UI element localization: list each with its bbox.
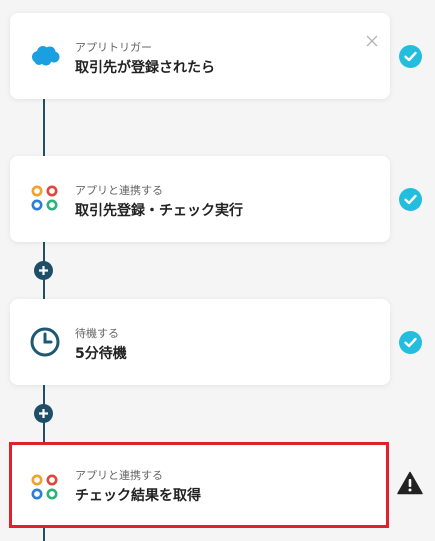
step-subtitle: アプリと連携する xyxy=(75,469,163,482)
close-icon[interactable] xyxy=(366,35,378,47)
flow-step-card-wait[interactable]: 待機する 5分待機 xyxy=(10,299,390,385)
flow-step-card-app[interactable]: アプリと連携する 取引先登録・チェック実行 xyxy=(10,156,390,242)
step-title: 5分待機 xyxy=(75,346,127,362)
completed-check-icon xyxy=(399,331,422,354)
step-title: チェック結果を取得 xyxy=(75,488,201,504)
step-subtitle: 待機する xyxy=(75,327,119,340)
flow-connector-line xyxy=(43,527,45,541)
flow-connector-line xyxy=(43,98,45,156)
app-rings-icon xyxy=(31,474,58,500)
step-subtitle: アプリと連携する xyxy=(75,184,163,197)
step-title: 取引先登録・チェック実行 xyxy=(75,203,243,219)
add-step-button[interactable] xyxy=(34,261,53,280)
app-rings-icon xyxy=(31,185,58,211)
flow-step-card-trigger[interactable]: アプリトリガー 取引先が登録されたら xyxy=(10,13,390,99)
completed-check-icon xyxy=(399,188,422,211)
plus-icon xyxy=(39,266,48,275)
step-subtitle: アプリトリガー xyxy=(75,41,152,54)
add-step-button[interactable] xyxy=(34,404,53,423)
clock-icon xyxy=(30,327,60,357)
step-title: 取引先が登録されたら xyxy=(75,60,215,76)
salesforce-cloud-icon xyxy=(32,46,60,66)
completed-check-icon xyxy=(399,45,422,68)
warning-icon xyxy=(397,471,423,495)
flow-step-card-highlighted[interactable]: アプリと連携する チェック結果を取得 xyxy=(9,442,389,528)
plus-icon xyxy=(39,409,48,418)
